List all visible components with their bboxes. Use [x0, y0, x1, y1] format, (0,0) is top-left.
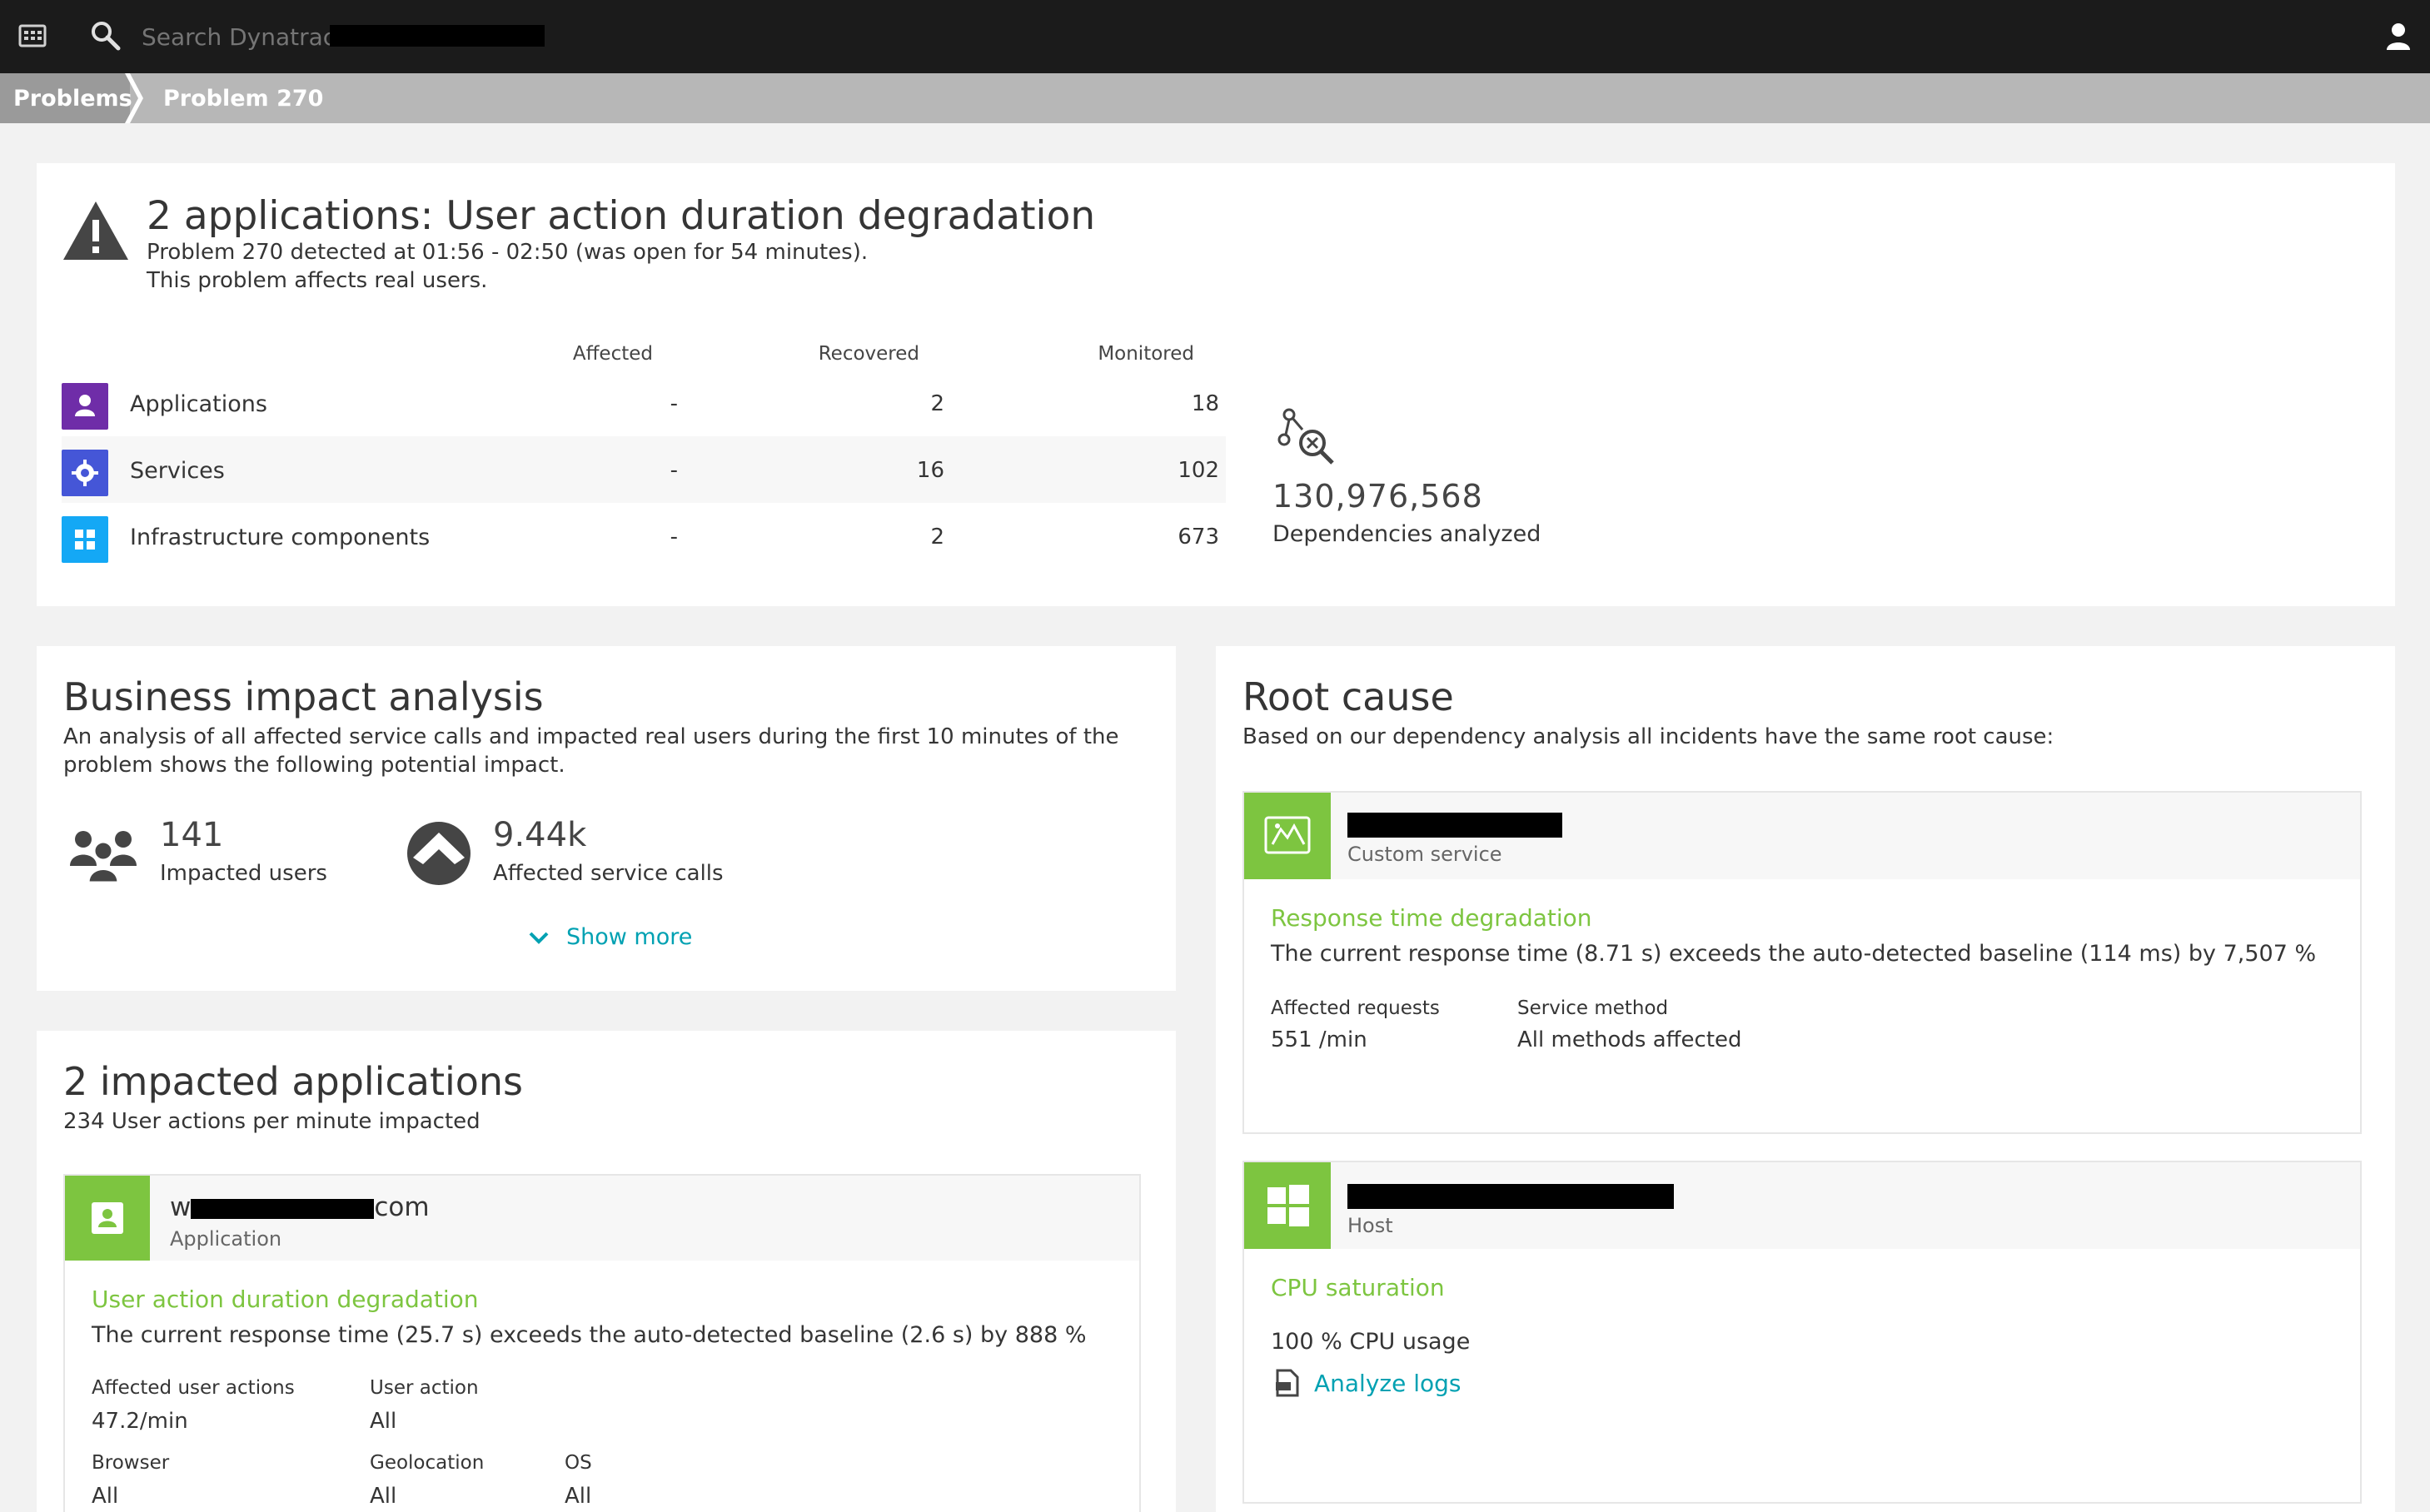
user-action-label: User action [370, 1377, 479, 1399]
log-file-icon [1276, 1369, 1299, 1397]
row-label: Services [130, 458, 225, 484]
host-event-title[interactable]: CPU saturation [1271, 1274, 1445, 1301]
application-icon [65, 1176, 150, 1261]
breadcrumb-current: Problem 270 [163, 85, 324, 112]
service-gear-icon [62, 450, 108, 496]
row-label: Applications [130, 391, 267, 417]
top-bar [0, 0, 2430, 73]
column-header-affected: Affected [572, 343, 653, 365]
row-recovered: 2 [930, 525, 944, 550]
application-entity-header[interactable]: w com Application [65, 1176, 1139, 1261]
browser-value: All [92, 1484, 119, 1509]
redacted-host-name [1347, 1184, 1674, 1209]
os-value: All [565, 1484, 592, 1509]
row-affected: - [670, 525, 678, 550]
search-icon[interactable] [90, 20, 122, 52]
infrastructure-icon [62, 516, 108, 563]
summary-row-infrastructure[interactable]: Infrastructure components - 2 673 [62, 503, 1226, 569]
app-event-description: The current response time (25.7 s) excee… [92, 1322, 1087, 1348]
service-event-title[interactable]: Response time degradation [1271, 904, 1592, 932]
browser-label: Browser [92, 1452, 170, 1474]
column-header-recovered: Recovered [818, 343, 919, 365]
service-calls-icon [407, 822, 471, 885]
affected-user-actions-value: 47.2/min [92, 1409, 188, 1434]
problem-affects-text: This problem affects real users. [147, 268, 488, 293]
impacted-applications-card: 2 impacted applications 234 User actions… [37, 1031, 1176, 1512]
breadcrumb-problems[interactable]: Problems [0, 73, 132, 123]
root-cause-service-box: Custom service Response time degradation… [1242, 791, 2362, 1134]
menu-icon[interactable] [18, 23, 47, 48]
business-impact-title: Business impact analysis [63, 674, 544, 719]
problem-header-card: 2 applications: User action duration deg… [37, 163, 2395, 606]
chevron-down-icon [529, 932, 549, 944]
affected-calls-value: 9.44k [493, 816, 587, 854]
redacted-service-name [1347, 813, 1562, 838]
row-label: Infrastructure components [130, 525, 431, 550]
breadcrumb: Problems Problem 270 [0, 73, 2430, 123]
problem-detected-text: Problem 270 detected at 01:56 - 02:50 (w… [147, 240, 869, 265]
service-event-description: The current response time (8.71 s) excee… [1271, 941, 2317, 967]
breadcrumb-separator-icon [125, 73, 143, 123]
affected-calls-label: Affected service calls [493, 861, 724, 886]
business-impact-card: Business impact analysis An analysis of … [37, 646, 1176, 991]
analyze-logs-link[interactable]: Analyze logs [1274, 1369, 1461, 1397]
host-entity-header[interactable]: Host [1244, 1162, 2360, 1249]
application-name-prefix: w [170, 1192, 192, 1222]
application-icon [62, 383, 108, 430]
affected-requests-value: 551 /min [1271, 1027, 1367, 1052]
users-group-icon [70, 831, 137, 884]
row-affected: - [670, 458, 678, 483]
service-entity-header[interactable]: Custom service [1244, 793, 2360, 879]
application-name[interactable]: w com [170, 1192, 430, 1222]
geolocation-label: Geolocation [370, 1452, 485, 1474]
app-event-title[interactable]: User action duration degradation [92, 1286, 479, 1313]
summary-row-applications[interactable]: Applications - 2 18 [62, 370, 1226, 436]
summary-row-services[interactable]: Services - 16 102 [62, 436, 1226, 503]
host-type: Host [1347, 1214, 1393, 1237]
application-name-suffix: com [374, 1192, 430, 1222]
column-header-monitored: Monitored [1098, 343, 1194, 365]
dependencies-count: 130,976,568 [1272, 478, 1483, 515]
root-cause-subtitle: Based on our dependency analysis all inc… [1242, 724, 2054, 749]
service-method-label: Service method [1517, 997, 1669, 1019]
geolocation-value: All [370, 1484, 397, 1509]
row-recovered: 16 [916, 458, 944, 483]
show-more-link[interactable]: Show more [528, 924, 692, 950]
custom-service-icon [1244, 793, 1331, 879]
row-monitored: 102 [1178, 458, 1219, 483]
service-type: Custom service [1347, 843, 1502, 866]
problem-title: 2 applications: User action duration deg… [147, 193, 1096, 239]
redacted-app-name [191, 1198, 375, 1219]
windows-host-icon [1244, 1162, 1331, 1249]
user-icon[interactable] [2385, 22, 2412, 50]
row-recovered: 2 [930, 391, 944, 416]
impacted-users-value: 141 [160, 816, 224, 854]
application-entity-box: w com Application User action duration de… [63, 1174, 1141, 1512]
impacted-users-label: Impacted users [160, 861, 327, 886]
show-more-label: Show more [566, 924, 693, 950]
root-cause-title: Root cause [1242, 674, 1454, 719]
root-cause-card: Root cause Based on our dependency analy… [1216, 646, 2395, 1512]
redacted-tenant [330, 25, 545, 47]
warning-icon [63, 201, 128, 260]
dependencies-label: Dependencies analyzed [1272, 521, 1541, 547]
analyze-logs-label[interactable]: Analyze logs [1314, 1370, 1461, 1397]
affected-requests-label: Affected requests [1271, 997, 1440, 1019]
row-monitored: 673 [1178, 525, 1219, 550]
business-impact-description: An analysis of all affected service call… [63, 724, 1119, 778]
impacted-apps-title: 2 impacted applications [63, 1059, 524, 1104]
user-action-value: All [370, 1409, 397, 1434]
dependency-analysis-icon [1277, 408, 1334, 465]
affected-user-actions-label: Affected user actions [92, 1377, 295, 1399]
application-type: Application [170, 1227, 282, 1251]
row-monitored: 18 [1191, 391, 1219, 416]
impacted-apps-subtitle: 234 User actions per minute impacted [63, 1109, 481, 1134]
os-label: OS [565, 1452, 592, 1474]
row-affected: - [670, 391, 678, 416]
root-cause-host-box: Host CPU saturation 100 % CPU usage Anal… [1242, 1161, 2362, 1504]
cpu-usage-text: 100 % CPU usage [1271, 1329, 1471, 1355]
service-method-value: All methods affected [1517, 1027, 1742, 1052]
